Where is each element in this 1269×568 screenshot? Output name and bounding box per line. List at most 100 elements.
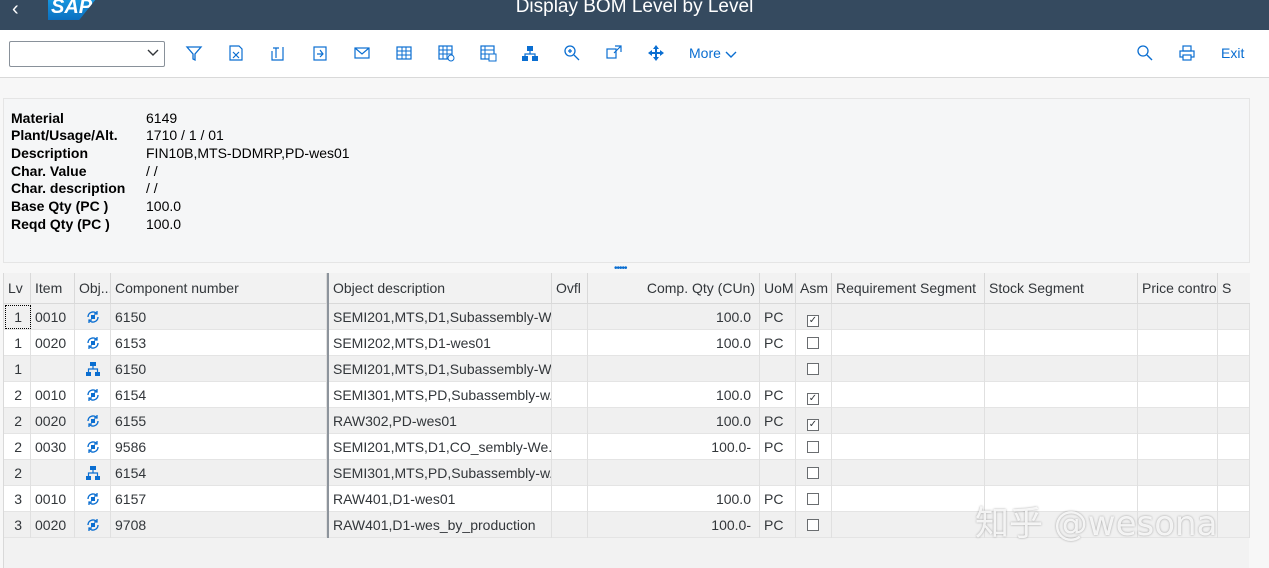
cell-ovfl — [552, 356, 588, 382]
cell-uom: PC — [760, 382, 796, 408]
variant-select[interactable] — [9, 41, 165, 67]
cell-qty — [588, 460, 760, 486]
assembly-checkbox[interactable] — [807, 441, 819, 453]
assembly-checkbox[interactable]: ✓ — [807, 419, 819, 431]
grid-settings-icon[interactable] — [437, 44, 457, 64]
table-row[interactable]: 2 0020 6155 RAW302,PD-wes01 100.0 PC ✓ — [4, 408, 1250, 434]
cell-component: 6153 — [111, 330, 327, 356]
mail-icon[interactable] — [353, 44, 373, 64]
search-icon[interactable] — [1136, 44, 1156, 64]
assembly-checkbox[interactable] — [807, 337, 819, 349]
export-icon[interactable] — [269, 44, 289, 64]
cell-lv: 3 — [4, 486, 31, 512]
cell-stock-segment — [985, 304, 1138, 330]
move-icon[interactable] — [647, 44, 667, 64]
cell-s — [1218, 408, 1250, 434]
table-row[interactable]: 2 0010 6154 SEMI301,MTS,PD,Subassembly-w...… — [4, 382, 1250, 408]
cell-obj — [75, 460, 111, 486]
cell-stock-segment — [985, 434, 1138, 460]
assembly-checkbox[interactable] — [807, 467, 819, 479]
material-icon — [87, 415, 99, 427]
assembly-checkbox[interactable] — [807, 519, 819, 531]
column-header-item[interactable]: Item — [31, 273, 75, 304]
cell-s — [1218, 382, 1250, 408]
cell-qty: 100.0 — [588, 408, 760, 434]
cell-description: RAW401,D1-wes_by_production — [329, 512, 552, 538]
column-header-component[interactable]: Component number — [111, 273, 327, 304]
cell-req-segment — [832, 408, 985, 434]
grid-icon[interactable] — [395, 44, 415, 64]
cell-s — [1218, 512, 1250, 538]
cell-item: 0010 — [31, 304, 75, 330]
column-header-req-segment[interactable]: Requirement Segment — [832, 273, 985, 304]
assembly-checkbox[interactable]: ✓ — [807, 393, 819, 405]
table-row[interactable]: 1 6150 SEMI201,MTS,D1,Subassembly-W... — [4, 356, 1250, 382]
table-header: Lv Item Obj... Component number Object d… — [4, 273, 1250, 304]
table-row[interactable]: 1 0010 6150 SEMI201,MTS,D1,Subassembly-W...… — [4, 304, 1250, 330]
cell-obj — [75, 408, 111, 434]
cell-item: 0020 — [31, 330, 75, 356]
column-header-obj[interactable]: Obj... — [75, 273, 111, 304]
table-row[interactable]: 2 6154 SEMI301,MTS,PD,Subassembly-w... — [4, 460, 1250, 486]
cell-uom: PC — [760, 304, 796, 330]
print-icon[interactable] — [1178, 44, 1198, 64]
grid-layout-icon[interactable] — [479, 44, 499, 64]
column-header-qty[interactable]: Comp. Qty (CUn) — [588, 273, 760, 304]
column-header-s[interactable]: S — [1218, 273, 1250, 304]
cell-ovfl — [552, 304, 588, 330]
cell-s — [1218, 304, 1250, 330]
cell-description: SEMI201,MTS,D1,CO_sembly-We... — [329, 434, 552, 460]
more-button[interactable]: More — [689, 45, 737, 61]
assembly-checkbox[interactable] — [807, 493, 819, 505]
cell-component: 6150 — [111, 356, 327, 382]
material-icon — [87, 389, 99, 401]
cell-obj — [75, 304, 111, 330]
material-icon — [87, 493, 99, 505]
cell-asm — [796, 356, 832, 382]
cell-lv: 2 — [4, 460, 31, 486]
cell-s — [1218, 460, 1250, 486]
cell-ovfl — [552, 512, 588, 538]
cell-lv: 1 — [4, 356, 31, 382]
filter-icon[interactable] — [185, 44, 205, 64]
column-header-ovfl[interactable]: Ovfl — [552, 273, 588, 304]
cell-item: 0020 — [31, 512, 75, 538]
column-header-uom[interactable]: UoM — [760, 273, 796, 304]
cell-item: 0030 — [31, 434, 75, 460]
cell-item: 0010 — [31, 486, 75, 512]
cell-item: 0020 — [31, 408, 75, 434]
upload-icon[interactable] — [311, 44, 331, 64]
cell-obj — [75, 434, 111, 460]
cell-asm — [796, 434, 832, 460]
material-icon — [87, 441, 99, 453]
column-header-lv[interactable]: Lv — [4, 273, 31, 304]
column-header-description[interactable]: Object description — [329, 273, 552, 304]
column-header-asm[interactable]: Asm — [796, 273, 832, 304]
assembly-checkbox[interactable]: ✓ — [807, 315, 819, 327]
cell-stock-segment — [985, 356, 1138, 382]
table-row[interactable]: 1 0020 6153 SEMI202,MTS,D1-wes01 100.0 PC — [4, 330, 1250, 356]
column-header-price-control[interactable]: Price control — [1138, 273, 1218, 304]
assembly-checkbox[interactable] — [807, 363, 819, 375]
cell-component: 6154 — [111, 460, 327, 486]
window-title: Display BOM Level by Level — [515, 0, 754, 17]
cell-req-segment — [832, 356, 985, 382]
zoom-icon[interactable] — [563, 44, 583, 64]
expand-icon[interactable] — [605, 44, 625, 64]
chevron-down-icon — [147, 49, 159, 56]
cell-stock-segment — [985, 382, 1138, 408]
cell-obj — [75, 486, 111, 512]
hierarchy-icon[interactable] — [521, 44, 541, 64]
cell-req-segment — [832, 382, 985, 408]
cell-ovfl — [552, 434, 588, 460]
cell-s — [1218, 356, 1250, 382]
cell-req-segment — [832, 330, 985, 356]
column-header-stock-segment[interactable]: Stock Segment — [985, 273, 1138, 304]
formula-icon[interactable] — [227, 44, 247, 64]
exit-button[interactable]: Exit — [1221, 45, 1244, 61]
cell-description: RAW401,D1-wes01 — [329, 486, 552, 512]
cell-qty: 100.0- — [588, 512, 760, 538]
table-row[interactable]: 2 0030 9586 SEMI201,MTS,D1,CO_sembly-We... 1… — [4, 434, 1250, 460]
cell-description: SEMI201,MTS,D1,Subassembly-W... — [329, 356, 552, 382]
cell-obj — [75, 382, 111, 408]
